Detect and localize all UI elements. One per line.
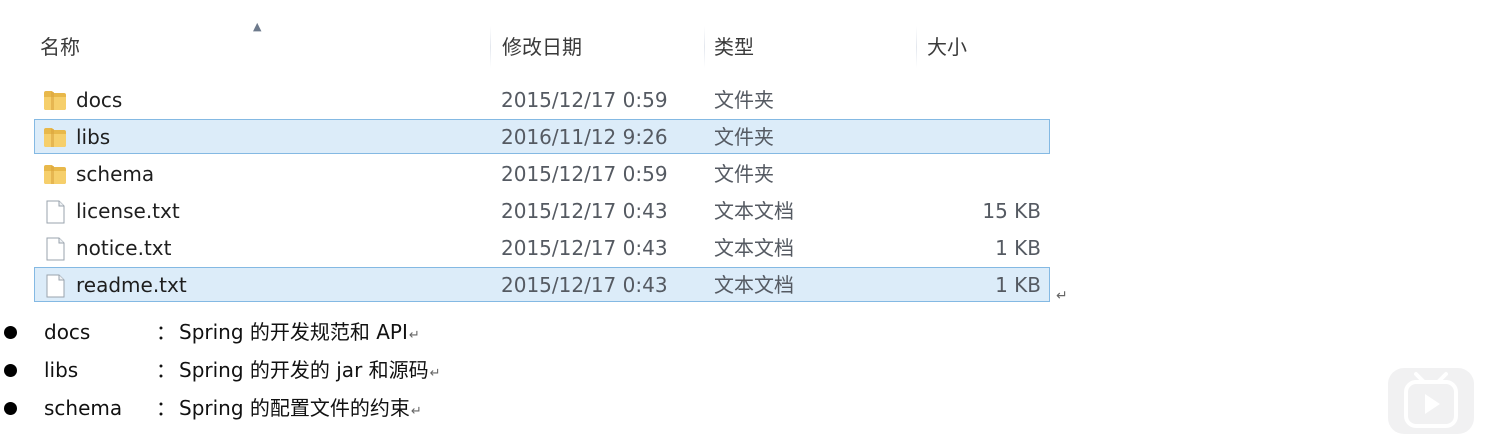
note-description: Spring 的配置文件的约束↵ — [179, 396, 422, 420]
file-row-readme[interactable]: readme.txt 2015/12/17 0:43 文本文档 1 KB — [34, 267, 1050, 302]
file-row-license[interactable]: license.txt 2015/12/17 0:43 文本文档 15 KB — [34, 193, 1050, 228]
text-file-icon — [43, 237, 67, 261]
file-date: 2015/12/17 0:59 — [501, 88, 668, 112]
file-type: 文件夹 — [714, 125, 774, 149]
note-separator: ： — [156, 320, 176, 344]
folder-icon — [43, 126, 67, 148]
file-type: 文本文档 — [714, 199, 794, 223]
note-term: schema — [44, 396, 123, 420]
file-row-libs[interactable]: libs 2016/11/12 9:26 文件夹 — [34, 119, 1050, 154]
play-button[interactable] — [1388, 368, 1474, 434]
column-size-header[interactable]: 大小 — [927, 34, 967, 60]
return-mark: ↵ — [429, 366, 441, 381]
note-description: Spring 的开发规范和 API↵ — [179, 320, 420, 344]
note-item: libs ： Spring 的开发的 jar 和源码↵ — [0, 352, 600, 388]
note-item: schema ： Spring 的配置文件的约束↵ — [0, 390, 600, 426]
column-separator[interactable] — [704, 26, 705, 68]
file-explorer: ▲ 名称 修改日期 类型 大小 docs 2015/12/17 0:59 文件夹… — [0, 0, 1068, 310]
file-name: schema — [76, 162, 155, 186]
column-date-header[interactable]: 修改日期 — [502, 34, 582, 60]
return-mark: ↵ — [410, 404, 422, 419]
return-mark: ↵ — [408, 328, 420, 343]
file-name: license.txt — [76, 199, 180, 223]
column-name-header[interactable]: 名称 — [40, 34, 80, 60]
bullet-icon — [4, 326, 17, 339]
note-description: Spring 的开发的 jar 和源码↵ — [179, 358, 441, 382]
play-icon — [1404, 372, 1458, 428]
file-row-docs[interactable]: docs 2015/12/17 0:59 文件夹 — [34, 82, 1050, 117]
notes-list: docs ： Spring 的开发规范和 API↵ libs ： Spring … — [0, 312, 1060, 432]
file-type: 文本文档 — [714, 273, 794, 297]
text-file-icon — [43, 200, 67, 224]
file-row-schema[interactable]: schema 2015/12/17 0:59 文件夹 — [34, 156, 1050, 191]
file-date: 2015/12/17 0:43 — [501, 199, 668, 223]
note-item: docs ： Spring 的开发规范和 API↵ — [0, 314, 600, 350]
note-separator: ： — [156, 358, 176, 382]
note-separator: ： — [156, 396, 176, 420]
file-date: 2015/12/17 0:43 — [501, 273, 668, 297]
file-type: 文件夹 — [714, 162, 774, 186]
file-name: notice.txt — [76, 236, 172, 260]
sort-up-icon: ▲ — [253, 20, 262, 33]
column-separator[interactable] — [916, 26, 917, 68]
bullet-icon — [4, 402, 17, 415]
return-mark: ↵ — [1056, 288, 1068, 304]
file-name: docs — [76, 88, 123, 112]
column-separator[interactable] — [490, 26, 491, 68]
file-date: 2015/12/17 0:43 — [501, 236, 668, 260]
file-type: 文本文档 — [714, 236, 794, 260]
folder-icon — [43, 163, 67, 185]
file-row-notice[interactable]: notice.txt 2015/12/17 0:43 文本文档 1 KB — [34, 230, 1050, 265]
file-name: libs — [76, 125, 111, 149]
bullet-icon — [4, 364, 17, 377]
column-type-header[interactable]: 类型 — [714, 34, 754, 60]
file-date: 2016/11/12 9:26 — [501, 125, 668, 149]
file-size: 1 KB — [995, 273, 1041, 297]
note-term: docs — [44, 320, 91, 344]
text-file-icon — [43, 274, 67, 298]
file-date: 2015/12/17 0:59 — [501, 162, 668, 186]
column-header: ▲ 名称 修改日期 类型 大小 — [0, 18, 1060, 76]
file-size: 15 KB — [982, 199, 1041, 223]
note-term: libs — [44, 358, 79, 382]
file-name: readme.txt — [76, 273, 187, 297]
file-type: 文件夹 — [714, 88, 774, 112]
folder-icon — [43, 89, 67, 111]
file-size: 1 KB — [995, 236, 1041, 260]
